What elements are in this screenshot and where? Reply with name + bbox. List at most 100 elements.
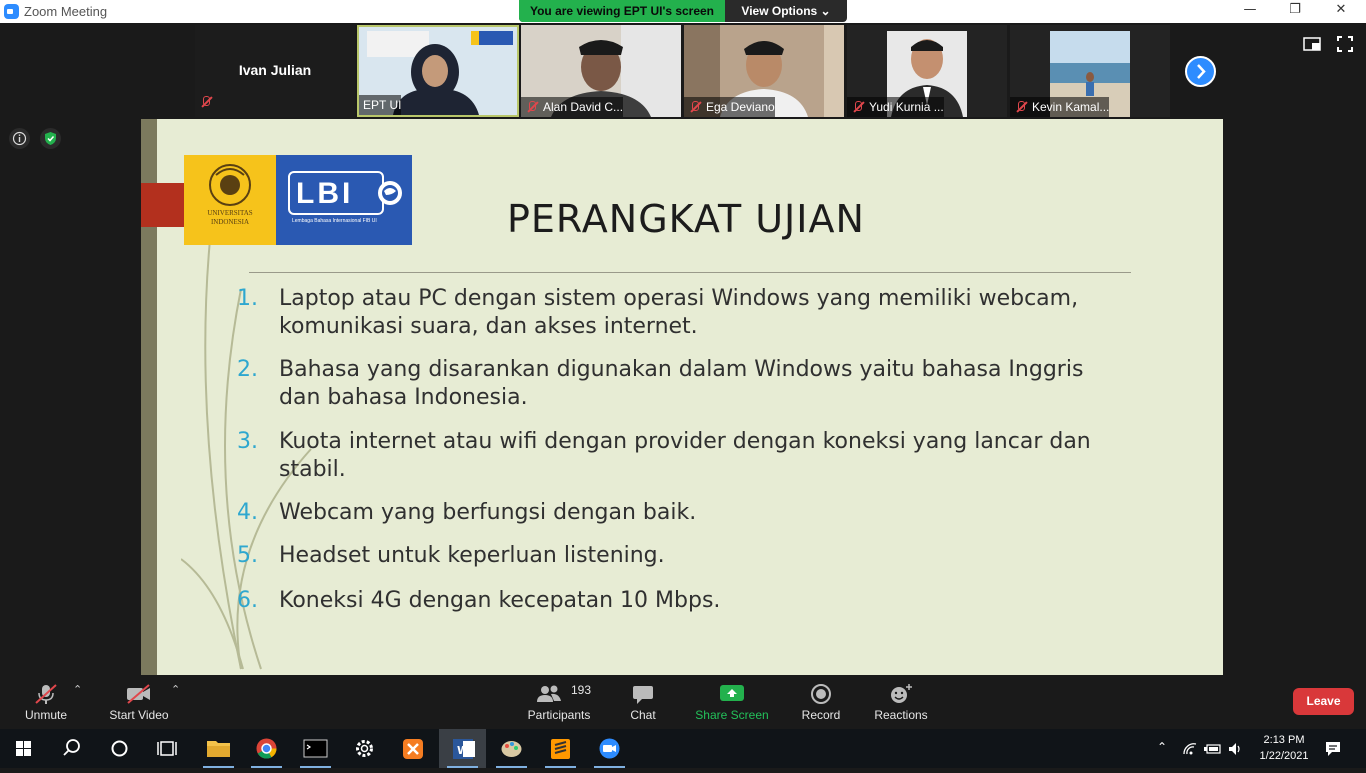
slide-title: PERANGKAT UJIAN	[507, 197, 865, 241]
record-button[interactable]: Record	[794, 675, 848, 729]
list-item-number: 1.	[237, 286, 258, 311]
cortana-button[interactable]	[96, 729, 143, 768]
mic-muted-icon	[688, 100, 702, 114]
list-item-number: 3.	[237, 429, 258, 454]
volume-icon[interactable]	[1228, 742, 1244, 756]
show-hidden-icons-button[interactable]: ⌃	[1157, 740, 1167, 754]
list-item-number: 5.	[237, 543, 258, 568]
participant-tile-kevin[interactable]: Kevin Kamal...	[1010, 25, 1170, 117]
svg-text:W: W	[457, 744, 469, 757]
mic-muted-icon	[525, 100, 539, 114]
taskbar-settings[interactable]	[341, 729, 388, 768]
gear-icon	[356, 740, 373, 757]
notifications-icon[interactable]	[1324, 740, 1342, 758]
taskbar-chrome[interactable]	[243, 729, 290, 768]
list-item-text: Bahasa yang disarankan digunakan dalam W…	[279, 357, 1084, 410]
task-view-icon	[157, 741, 177, 756]
participants-icon	[536, 685, 561, 702]
participant-name-bar: Kevin Kamal...	[1010, 97, 1110, 117]
list-item-text: Webcam yang berfungsi dengan baik.	[279, 500, 697, 525]
shield-check-icon	[45, 132, 56, 145]
unmute-button[interactable]: Unmute	[14, 675, 78, 729]
lbi-logo-text: LBI	[288, 171, 384, 215]
xampp-icon	[403, 739, 423, 759]
fullscreen-icon[interactable]	[1337, 36, 1353, 52]
list-item: 6. Koneksi 4G dengan kecepatan 10 Mbps.	[237, 587, 1117, 615]
view-options-button[interactable]: View Options ⌄	[725, 0, 847, 22]
taskbar-word[interactable]: W	[439, 729, 486, 768]
emoji-add-icon	[891, 684, 912, 703]
sublime-text-icon	[551, 739, 570, 759]
video-off-icon	[127, 684, 150, 704]
list-item: 3. Kuota internet atau wifi dengan provi…	[237, 428, 1117, 484]
list-item: 1. Laptop atau PC dengan sistem operasi …	[237, 285, 1117, 341]
info-icon	[12, 131, 27, 146]
list-item-number: 4.	[237, 500, 258, 525]
close-button[interactable]: ✕	[1331, 2, 1351, 20]
leave-button[interactable]: Leave	[1293, 688, 1354, 715]
battery-plug-icon[interactable]	[1204, 742, 1222, 756]
minimize-button[interactable]: —	[1240, 2, 1260, 20]
clock-date: 1/22/2021	[1259, 750, 1309, 762]
mic-muted-icon	[35, 684, 57, 704]
reactions-button[interactable]: Reactions	[868, 675, 934, 729]
mic-muted-icon	[1014, 100, 1028, 114]
share-screen-icon	[720, 685, 744, 701]
wifi-icon[interactable]	[1182, 742, 1198, 756]
viewing-status: You are viewing EPT UI's screen	[519, 0, 725, 22]
lbi-logo: LBI Lembaga Bahasa Internasional FIB UI	[276, 155, 412, 245]
participant-tile-yudi[interactable]: Yudi Kurnia ...	[847, 25, 1007, 117]
start-video-label: Start Video	[109, 708, 169, 722]
folder-icon	[207, 741, 230, 757]
next-page-button[interactable]	[1185, 56, 1216, 87]
taskbar-terminal[interactable]	[292, 729, 339, 768]
start-video-button[interactable]: Start Video	[103, 675, 175, 729]
search-button[interactable]	[48, 729, 95, 768]
zoom-app-icon	[599, 738, 620, 759]
start-button[interactable]	[0, 729, 47, 768]
chat-button[interactable]: Chat	[616, 675, 670, 729]
universitas-indonesia-logo: UNIVERSITAS INDONESIA	[184, 155, 276, 245]
participant-name-bar: EPT UI	[359, 95, 402, 115]
list-item-text: Laptop atau PC dengan sistem operasi Win…	[279, 286, 1079, 339]
security-status-button[interactable]	[40, 128, 61, 149]
reactions-label: Reactions	[874, 708, 928, 722]
taskbar-paint[interactable]	[488, 729, 535, 768]
participant-tile-ega[interactable]: Ega Deviano	[684, 25, 844, 117]
chrome-icon	[256, 738, 277, 759]
participant-tile-alan[interactable]: Alan David C...	[521, 25, 681, 117]
maximize-button[interactable]: ❐	[1285, 2, 1305, 20]
taskbar-file-explorer[interactable]	[195, 729, 242, 768]
chat-label: Chat	[630, 708, 656, 722]
participant-tile-ept-ui[interactable]: EPT UI	[357, 25, 519, 117]
participants-label: Participants	[527, 708, 591, 722]
globe-icon	[378, 181, 402, 205]
meeting-info-button[interactable]	[9, 128, 30, 149]
record-label: Record	[801, 708, 841, 722]
participant-name: Yudi Kurnia ...	[869, 100, 944, 114]
taskbar-sublime-text[interactable]	[537, 729, 584, 768]
video-options-caret[interactable]: ⌃	[171, 683, 180, 696]
participant-name: Alan David C...	[543, 100, 624, 114]
taskbar-xampp[interactable]	[390, 729, 437, 768]
list-item-text: Headset untuk keperluan listening.	[279, 543, 665, 568]
windows-taskbar: W ⌃ 2:13 PM 1/22/2021	[0, 729, 1366, 768]
gallery-view-icon[interactable]	[1303, 37, 1321, 51]
unmute-label: Unmute	[24, 708, 68, 722]
search-icon	[63, 739, 80, 756]
task-view-button[interactable]	[144, 729, 191, 768]
windows-logo-icon	[16, 741, 31, 756]
taskbar-zoom[interactable]	[586, 729, 633, 768]
screen-share-banner: You are viewing EPT UI's screen View Opt…	[519, 0, 847, 22]
zoom-logo-icon	[4, 4, 19, 19]
mic-muted-icon	[199, 95, 213, 114]
list-item-number: 2.	[237, 357, 258, 382]
makara-emblem-icon	[209, 164, 251, 206]
share-screen-button[interactable]: Share Screen	[694, 675, 770, 729]
system-clock[interactable]: 2:13 PM 1/22/2021	[1250, 732, 1318, 764]
audio-options-caret[interactable]: ⌃	[73, 683, 82, 696]
terminal-icon	[303, 739, 328, 758]
participants-button[interactable]: 193 Participants	[522, 675, 596, 729]
active-speaker-tile[interactable]: Ivan Julian	[195, 25, 355, 117]
chevron-right-icon	[1197, 64, 1206, 79]
